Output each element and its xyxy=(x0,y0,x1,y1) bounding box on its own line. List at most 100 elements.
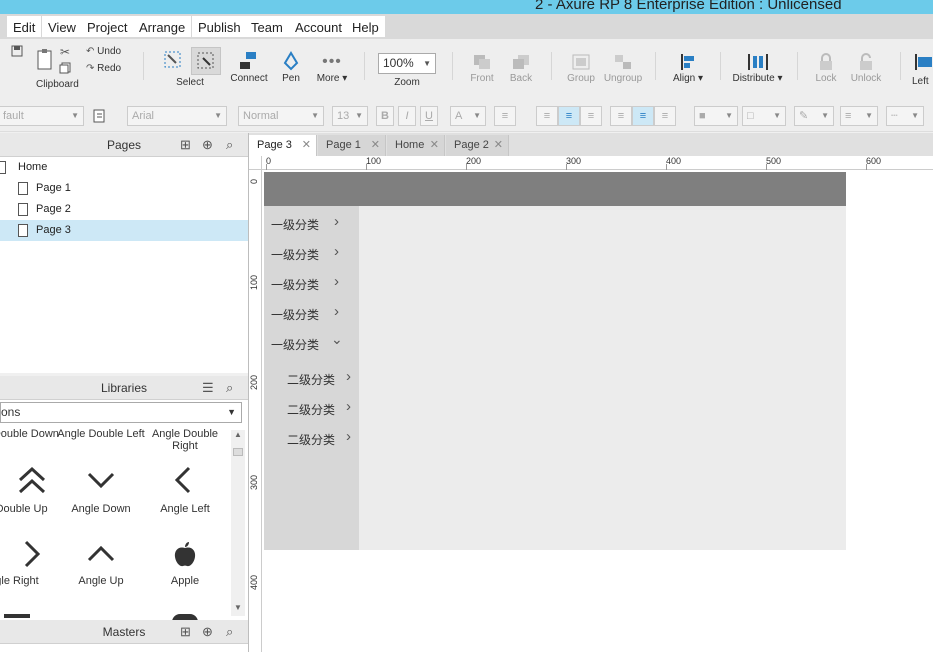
search-icon[interactable]: ⌕ xyxy=(226,376,233,400)
group-icon xyxy=(572,54,590,70)
menu-project[interactable]: Project xyxy=(81,16,134,37)
category-level2-item[interactable]: 二级分类 xyxy=(287,371,335,388)
select-intersect-button[interactable] xyxy=(160,49,185,71)
cut-button[interactable]: ✂ xyxy=(58,45,72,59)
bold-button[interactable]: B xyxy=(376,106,394,126)
align-text-center-button[interactable]: ≡ xyxy=(558,106,580,126)
list-icon: ≡ xyxy=(501,110,509,122)
add-page-icon[interactable]: ⊞ xyxy=(180,133,191,157)
style-select[interactable]: fault ▼ xyxy=(0,106,84,126)
tab-page2[interactable]: Page 2 ✕ xyxy=(446,135,509,156)
wireframe-content[interactable] xyxy=(359,206,846,550)
lock-button[interactable]: Lock xyxy=(811,53,841,84)
align-button[interactable]: Align ▾ xyxy=(668,53,708,84)
line-width-button[interactable]: ≡ ▼ xyxy=(840,106,878,126)
add-folder-icon[interactable]: ⊕ xyxy=(202,620,213,644)
title-bar: 2 - Axure RP 8 Enterprise Edition : Unli… xyxy=(0,0,933,14)
underline-button[interactable]: U xyxy=(420,106,438,126)
menu-help[interactable]: Help xyxy=(346,16,385,37)
search-icon[interactable]: ⌕ xyxy=(226,133,233,157)
pen-button[interactable]: Pen xyxy=(278,51,304,84)
add-master-icon[interactable]: ⊞ xyxy=(180,620,191,644)
shadow-button[interactable]: □ ▼ xyxy=(742,106,786,126)
font-family-select[interactable]: Arial ▼ xyxy=(127,106,227,126)
page-item-home[interactable]: Home xyxy=(0,157,248,178)
category-level1-item[interactable]: 一级分类 xyxy=(271,276,319,293)
page-item-page2[interactable]: Page 2 xyxy=(0,199,248,220)
library-item-angle-down[interactable]: Angle Down xyxy=(56,466,146,515)
menu-icon[interactable]: ☰ xyxy=(202,376,214,400)
category-level2-item[interactable]: 二级分类 xyxy=(287,431,335,448)
undo-label: Undo xyxy=(97,46,122,57)
category-level2-item[interactable]: 二级分类 xyxy=(287,401,335,418)
valign-bottom-button[interactable]: ≡ xyxy=(654,106,676,126)
menu-arrange[interactable]: Arrange xyxy=(133,16,192,37)
close-icon[interactable]: ✕ xyxy=(494,135,503,156)
select-contained-icon xyxy=(197,52,214,69)
style-edit-icon[interactable] xyxy=(93,109,107,123)
connect-button[interactable]: Connect xyxy=(230,51,268,84)
add-folder-icon[interactable]: ⊕ xyxy=(202,133,213,157)
valign-top-button[interactable]: ≡ xyxy=(610,106,632,126)
library-item-apple[interactable]: Apple xyxy=(140,540,230,587)
more-button[interactable]: ••• More ▾ xyxy=(313,53,351,84)
close-icon[interactable]: ✕ xyxy=(430,135,439,156)
unlock-button[interactable]: Unlock xyxy=(848,53,884,84)
group-button[interactable]: Group xyxy=(565,53,597,84)
ungroup-button[interactable]: Ungroup xyxy=(603,53,643,84)
menu-account[interactable]: Account xyxy=(289,16,348,37)
library-item-angle-right[interactable]: gle Right xyxy=(0,540,62,587)
font-size-select[interactable]: 13 ▼ xyxy=(332,106,368,126)
front-button[interactable]: Front xyxy=(466,53,498,84)
close-icon[interactable]: ✕ xyxy=(371,135,380,156)
library-item-angle-double-left[interactable]: Angle Double Left xyxy=(56,428,146,440)
line-color-button[interactable]: ✎ ▼ xyxy=(794,106,834,126)
category-level1-item-expanded[interactable]: 一级分类 xyxy=(271,336,319,353)
align-text-left-button[interactable]: ≡ xyxy=(536,106,558,126)
redo-label: Redo xyxy=(97,63,122,74)
font-weight-select[interactable]: Normal ▼ xyxy=(238,106,324,126)
page-item-page1[interactable]: Page 1 xyxy=(0,178,248,199)
menu-view[interactable]: View xyxy=(42,16,82,37)
category-level1-item[interactable]: 一级分类 xyxy=(271,306,319,323)
menu-publish[interactable]: Publish xyxy=(192,16,247,37)
zoom-select[interactable]: 100% ▼ xyxy=(378,53,436,74)
library-item-angle-double-up[interactable]: e Double Up xyxy=(0,466,62,515)
scrollbar-thumb[interactable] xyxy=(233,448,243,456)
fill-color-button[interactable]: ■ ▼ xyxy=(694,106,738,126)
close-icon[interactable]: ✕ xyxy=(302,135,311,156)
bullet-list-button[interactable]: ≡ xyxy=(494,106,516,126)
menu-team[interactable]: Team xyxy=(245,16,289,37)
undo-button[interactable]: ↶ Undo xyxy=(86,46,131,57)
libraries-scrollbar[interactable]: ▲ ▼ xyxy=(231,430,245,616)
line-pattern-button[interactable]: ┄ ▼ xyxy=(886,106,924,126)
back-button[interactable]: Back xyxy=(505,53,537,84)
copy-button[interactable] xyxy=(58,62,72,77)
category-level1-item[interactable]: 一级分类 xyxy=(271,246,319,263)
wireframe-header[interactable] xyxy=(264,172,846,206)
paste-button[interactable] xyxy=(35,49,55,71)
library-item-angle-left[interactable]: Angle Left xyxy=(140,466,230,515)
tab-home[interactable]: Home ✕ xyxy=(387,135,445,156)
valign-middle-button[interactable]: ≡ xyxy=(632,106,654,126)
italic-button[interactable]: I xyxy=(398,106,416,126)
menu-edit[interactable]: Edit xyxy=(7,16,42,37)
library-item-angle-double-down[interactable]: gle Double Down xyxy=(0,428,62,440)
align-left-button[interactable]: Left xyxy=(912,53,933,87)
fill-swatch-icon: ■ xyxy=(699,110,706,122)
library-select[interactable]: ons ▼ xyxy=(0,402,242,423)
search-icon[interactable]: ⌕ xyxy=(226,620,233,644)
select-contained-button[interactable] xyxy=(191,47,221,75)
save-button[interactable] xyxy=(10,45,24,57)
category-level1-item[interactable]: 一级分类 xyxy=(271,216,319,233)
align-text-right-button[interactable]: ≡ xyxy=(580,106,602,126)
font-color-button[interactable]: A ▼ xyxy=(450,106,486,126)
tab-page1[interactable]: Page 1 ✕ xyxy=(318,135,386,156)
distribute-button[interactable]: Distribute ▾ xyxy=(730,53,785,84)
library-item-angle-double-right[interactable]: Angle Double Right xyxy=(140,428,230,452)
page-item-page3[interactable]: Page 3 xyxy=(0,220,248,241)
library-item-angle-up[interactable]: Angle Up xyxy=(56,540,146,587)
chevron-down-icon: ▼ xyxy=(725,111,733,120)
tab-page3[interactable]: Page 3 ✕ xyxy=(249,135,317,156)
redo-button[interactable]: ↷ Redo xyxy=(86,63,131,74)
